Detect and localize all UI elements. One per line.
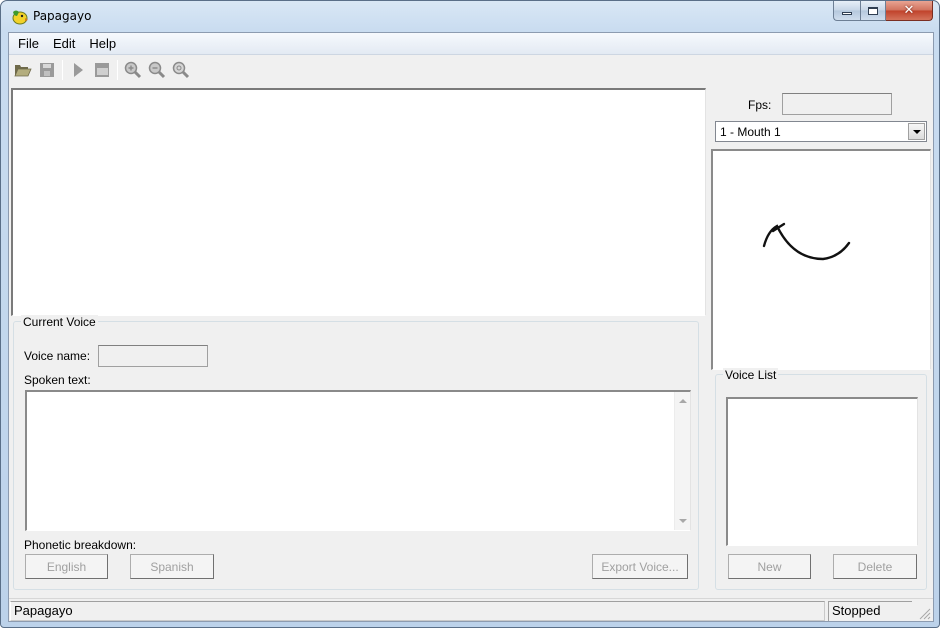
minimize-icon bbox=[842, 12, 852, 15]
zoom-out-icon bbox=[148, 61, 166, 79]
voice-list-legend: Voice List bbox=[723, 368, 779, 382]
play-icon bbox=[74, 63, 83, 77]
spoken-text-area[interactable] bbox=[25, 390, 691, 531]
chevron-down-icon bbox=[912, 129, 921, 134]
close-icon: ✕ bbox=[903, 3, 915, 18]
voice-list[interactable] bbox=[726, 397, 918, 546]
scroll-down-icon[interactable] bbox=[679, 519, 687, 523]
toolbar-separator bbox=[62, 60, 63, 80]
close-button[interactable]: ✕ bbox=[886, 1, 933, 21]
menu-edit[interactable]: Edit bbox=[46, 34, 82, 53]
spoken-text-label: Spoken text: bbox=[24, 373, 91, 387]
english-button[interactable]: English bbox=[25, 554, 108, 579]
mouth-select[interactable]: 1 - Mouth 1 bbox=[715, 121, 927, 142]
zoom-reset-icon bbox=[172, 61, 190, 79]
save-button[interactable] bbox=[36, 59, 58, 81]
maximize-icon bbox=[868, 6, 878, 15]
dropdown-button[interactable] bbox=[908, 123, 925, 140]
resize-grip-icon[interactable] bbox=[917, 606, 931, 620]
export-voice-button[interactable]: Export Voice... bbox=[592, 554, 688, 579]
open-folder-icon bbox=[14, 65, 32, 77]
app-window: Papagayo ✕ File Edit Help Fps: 1 - Mouth… bbox=[0, 0, 940, 628]
toolbar bbox=[9, 56, 933, 84]
title-bar[interactable]: Papagayo ✕ bbox=[1, 1, 939, 31]
zoom-out-button[interactable] bbox=[146, 59, 168, 81]
menu-help[interactable]: Help bbox=[82, 34, 123, 53]
stop-icon bbox=[95, 63, 109, 77]
maximize-button[interactable] bbox=[860, 1, 886, 21]
play-button[interactable] bbox=[67, 59, 89, 81]
open-button[interactable] bbox=[12, 59, 34, 81]
scroll-up-icon[interactable] bbox=[679, 399, 687, 403]
mouth-preview bbox=[711, 149, 931, 370]
mouth-select-value: 1 - Mouth 1 bbox=[720, 124, 781, 139]
status-bar: Papagayo Stopped bbox=[9, 598, 933, 622]
mouth-shape-drawing bbox=[762, 222, 851, 261]
playback-status: Stopped bbox=[828, 601, 912, 621]
zoom-in-icon bbox=[124, 61, 142, 79]
current-voice-legend: Current Voice bbox=[21, 315, 98, 329]
stop-button[interactable] bbox=[91, 59, 113, 81]
spoken-text-scrollbar[interactable] bbox=[674, 392, 690, 530]
menu-bar: File Edit Help bbox=[9, 33, 933, 55]
client-area: File Edit Help Fps: 1 - Mouth 1 Current … bbox=[8, 32, 934, 622]
fps-input[interactable] bbox=[782, 93, 892, 115]
spanish-button[interactable]: Spanish bbox=[130, 554, 214, 579]
toolbar-separator bbox=[117, 60, 118, 80]
menu-file[interactable]: File bbox=[11, 34, 46, 53]
delete-voice-button[interactable]: Delete bbox=[833, 554, 917, 579]
parrot-app-icon bbox=[12, 10, 28, 25]
voice-name-input[interactable] bbox=[98, 345, 208, 367]
new-voice-button[interactable]: New bbox=[728, 554, 811, 579]
voice-name-label: Voice name: bbox=[24, 349, 91, 363]
minimize-button[interactable] bbox=[833, 1, 860, 21]
waveform-view[interactable] bbox=[11, 88, 706, 316]
phonetic-breakdown-label: Phonetic breakdown: bbox=[24, 538, 137, 552]
fps-label: Fps: bbox=[748, 98, 772, 112]
window-title: Papagayo bbox=[33, 9, 92, 23]
status-text: Papagayo bbox=[10, 601, 825, 621]
zoom-in-button[interactable] bbox=[122, 59, 144, 81]
save-icon bbox=[40, 63, 54, 77]
zoom-reset-button[interactable] bbox=[170, 59, 192, 81]
